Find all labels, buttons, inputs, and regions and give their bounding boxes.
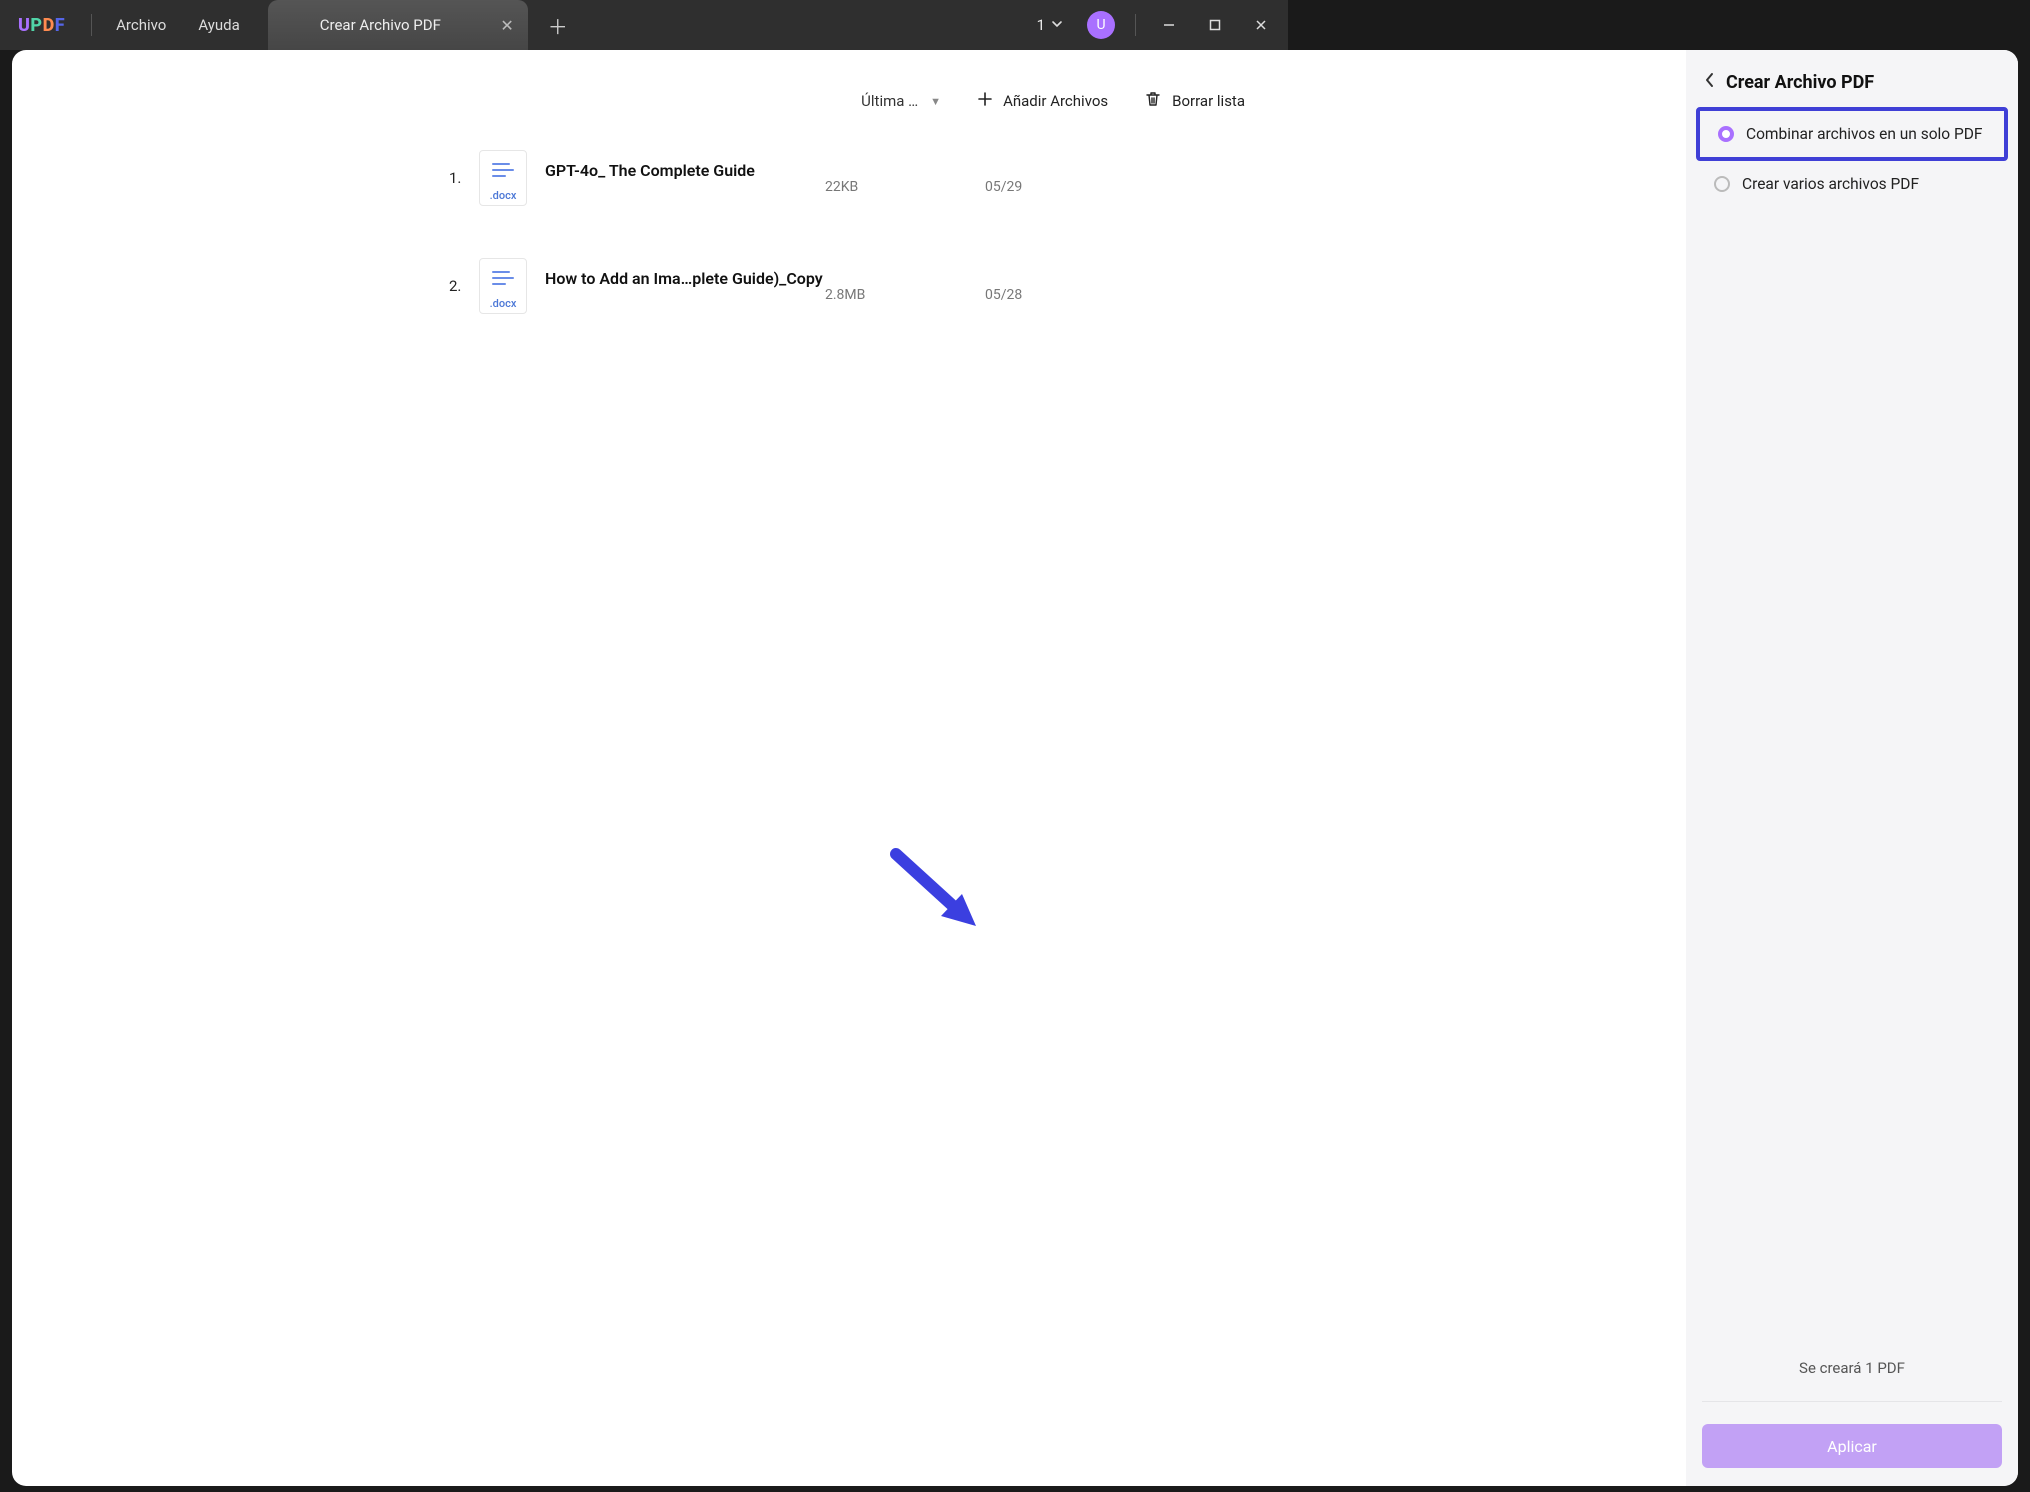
clear-list-button[interactable]: Borrar lista [1144,90,1245,112]
avatar[interactable]: U [1087,11,1115,39]
option-combine-single[interactable]: Combinar archivos en un solo PDF [1696,107,2008,161]
add-files-button[interactable]: Añadir Archivos [977,91,1108,111]
sort-dropdown[interactable]: Última … ▼ [861,92,941,110]
file-name: How to Add an Ima…plete Guide)_Copy [545,269,825,288]
file-ext: .docx [490,297,517,310]
docx-file-icon: .docx [479,150,527,206]
apply-button[interactable]: Aplicar [1702,1424,2002,1468]
docx-file-icon: .docx [479,258,527,314]
radio-selected-icon [1718,126,1734,142]
titlebar-right: 1 U [1025,0,1288,50]
menu-help[interactable]: Ayuda [182,16,255,34]
sort-label: Última … [861,92,918,110]
file-size: 2.8MB [825,269,985,303]
file-date: 05/29 [985,161,1125,195]
file-name: GPT-4o_ The Complete Guide [545,161,825,180]
tab-active[interactable]: Crear Archivo PDF ✕ [268,0,528,50]
file-row[interactable]: 1. .docx GPT-4o_ The Complete Guide 22KB… [429,132,1269,240]
document-count: 1 [1037,16,1045,34]
menu-file[interactable]: Archivo [100,16,182,34]
window-maximize-button[interactable] [1194,0,1236,50]
app-logo: UPDF [0,15,83,36]
clear-list-label: Borrar lista [1172,92,1245,110]
document-count-dropdown[interactable]: 1 [1025,16,1075,34]
file-list-panel: Última … ▼ Añadir Archivos Borrar lista [12,50,1686,1486]
back-icon[interactable] [1704,72,1716,93]
window-minimize-button[interactable] [1148,0,1190,50]
file-ext: .docx [490,189,517,202]
tab-title: Crear Archivo PDF [320,16,441,34]
divider [91,14,92,36]
file-toolbar: Última … ▼ Añadir Archivos Borrar lista [429,78,1269,132]
add-files-label: Añadir Archivos [1003,92,1108,110]
titlebar: UPDF Archivo Ayuda Crear Archivo PDF ✕ ＋… [0,0,1288,50]
caret-down-icon: ▼ [930,95,941,108]
file-date: 05/28 [985,269,1125,303]
side-panel-title: Crear Archivo PDF [1726,72,1874,93]
options-panel: Crear Archivo PDF Combinar archivos en u… [1686,50,2018,1486]
row-number: 1. [449,169,479,187]
file-size: 22KB [825,161,985,195]
close-icon[interactable]: ✕ [500,16,513,35]
option-label: Combinar archivos en un solo PDF [1746,125,1983,143]
file-row[interactable]: 2. .docx How to Add an Ima…plete Guide)_… [429,240,1269,348]
option-label: Crear varios archivos PDF [1742,175,1919,193]
content-area: Última … ▼ Añadir Archivos Borrar lista [12,50,2018,1486]
window-close-button[interactable] [1240,0,1282,50]
divider [1135,14,1136,36]
radio-icon [1714,176,1730,192]
row-number: 2. [449,277,479,295]
plus-icon [977,91,993,111]
chevron-down-icon [1051,16,1063,34]
trash-icon [1144,90,1162,112]
status-text: Se creará 1 PDF [1702,1335,2002,1402]
new-tab-button[interactable]: ＋ [548,11,568,40]
option-create-multiple[interactable]: Crear varios archivos PDF [1696,161,2008,207]
